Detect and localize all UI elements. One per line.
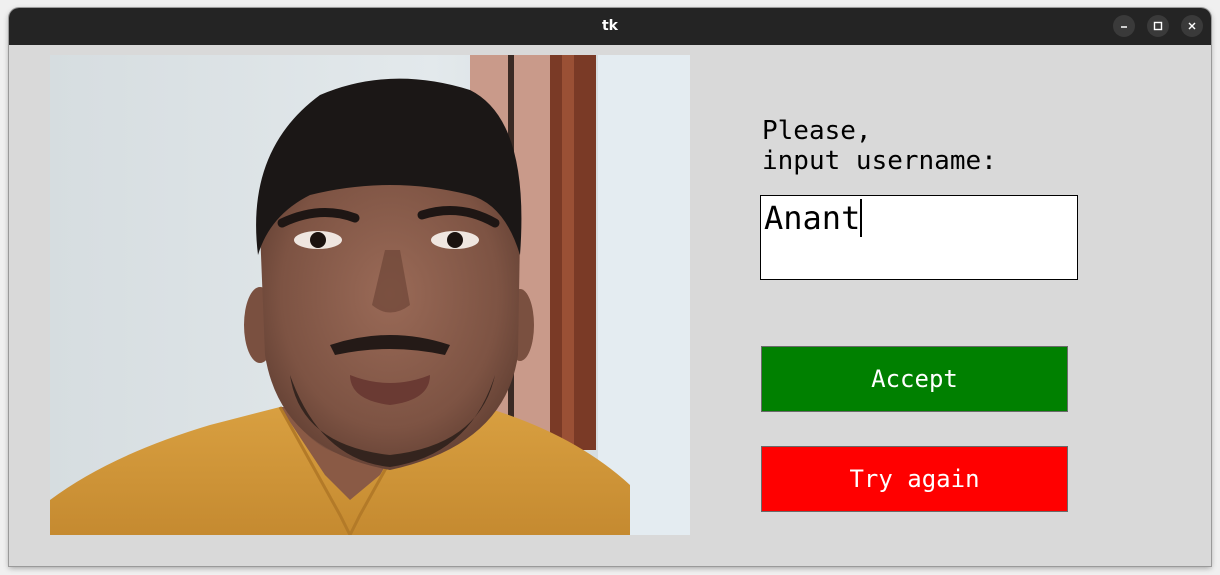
maximize-icon [1153,21,1163,31]
maximize-button[interactable] [1147,15,1169,37]
title-bar[interactable]: tk [9,8,1211,45]
username-prompt-label: Please, input username: [762,116,997,176]
minimize-button[interactable] [1113,15,1135,37]
minimize-icon [1121,26,1127,28]
app-window: tk Please, input username: Anant Accept … [9,8,1211,566]
text-cursor [860,199,863,237]
window-title: tk [601,18,618,34]
accept-button[interactable]: Accept [761,346,1068,412]
username-input[interactable]: Anant [760,195,1078,280]
username-value: Anant [764,199,861,237]
close-button[interactable] [1181,15,1203,37]
close-icon [1188,22,1196,30]
webcam-photo-illustration [50,55,690,535]
try-again-button[interactable]: Try again [761,446,1068,512]
webcam-photo [50,55,690,535]
